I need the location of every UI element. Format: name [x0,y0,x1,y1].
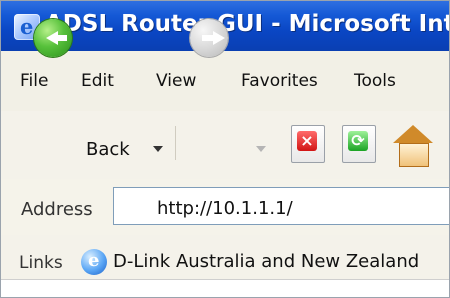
menu-edit[interactable]: Edit [81,71,114,91]
link-dlink-anz[interactable]: D-Link Australia and New Zealand [113,251,419,272]
forward-dropdown-icon[interactable] [256,146,266,152]
menu-favorites[interactable]: Favorites [241,71,318,91]
address-label: Address [21,199,93,220]
menu-favorites-label: Favorites [241,71,318,91]
home-roof-icon [393,125,433,143]
internet-explorer-icon [81,249,107,275]
address-value: http://10.1.1.1/ [157,198,293,219]
toolbar-separator [175,126,176,160]
links-label: Links [19,253,63,273]
menu-tools[interactable]: Tools [354,71,396,91]
menu-edit-label: Edit [81,71,114,91]
page-content [1,279,449,297]
menu-view-label: View [156,71,197,91]
window-title: ADSL Router GUI - Microsoft Inte [45,11,450,37]
forward-arrow-glyph [213,31,225,45]
refresh-icon: ⟳ [348,131,368,151]
back-arrow-bar [56,35,67,41]
menu-tools-label: Tools [354,71,396,91]
back-button-label[interactable]: Back [86,139,130,160]
menu-view[interactable]: View [156,71,196,91]
browser-window: ADSL Router GUI - Microsoft Inte File Ed… [0,0,450,298]
toolbar [1,111,449,180]
forward-arrow-bar [202,35,213,41]
back-dropdown-icon[interactable] [153,146,163,152]
menu-file-label: File [20,71,49,91]
menu-file[interactable]: File [20,71,48,91]
home-icon [399,143,429,167]
menu-bar: File Edit View Favorites Tools [1,51,449,112]
stop-icon: × [297,131,317,151]
